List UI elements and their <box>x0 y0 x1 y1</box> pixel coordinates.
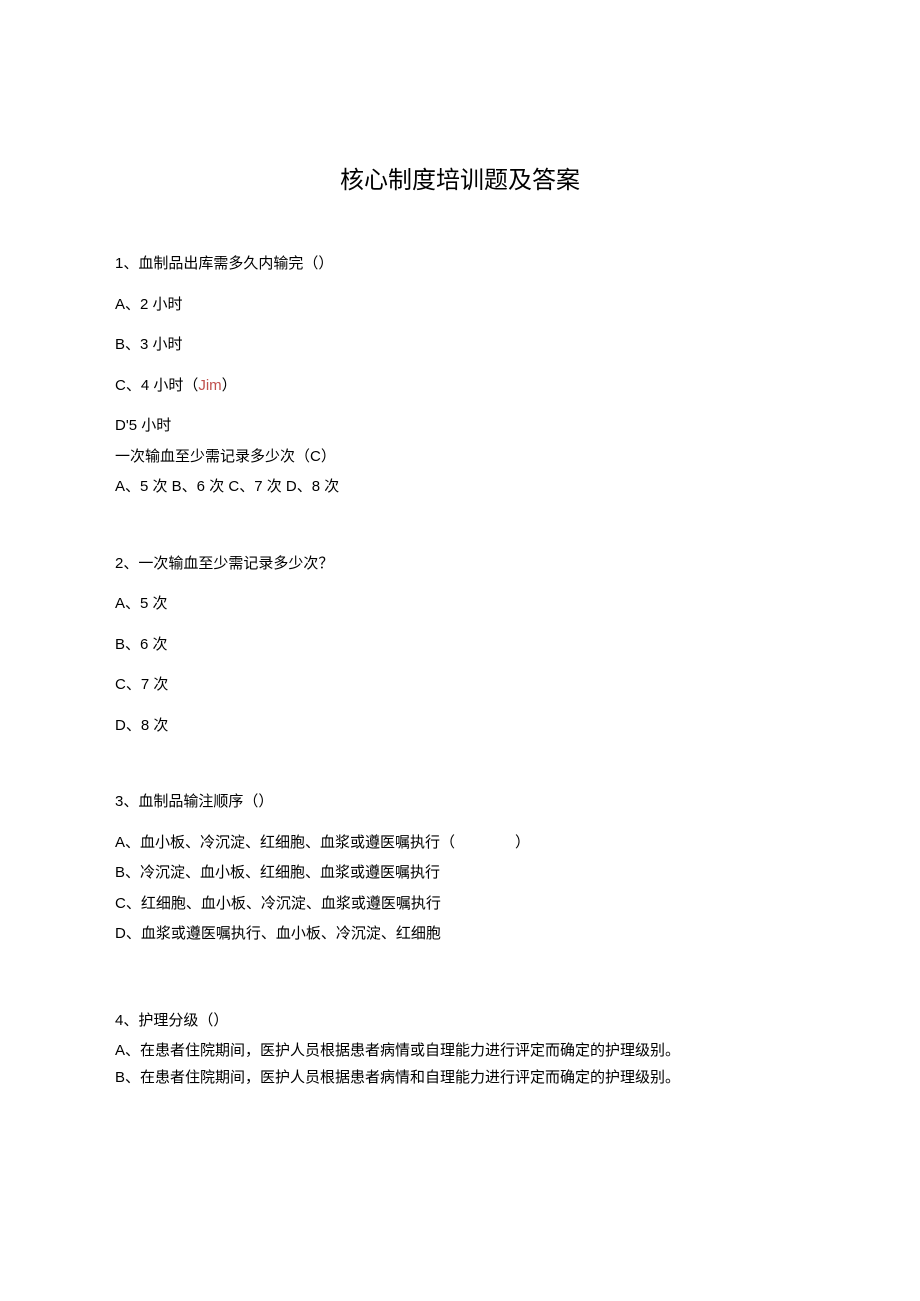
q2-option-b: B、6 次 <box>115 634 805 657</box>
q1-option-d: D'5 小时 <box>115 415 805 438</box>
q1-extra-options: A、5 次 B、6 次 C、7 次 D、8 次 <box>115 476 805 499</box>
q1-option-c-suffix: ） <box>222 377 237 394</box>
q3-option-d: D、血浆或遵医嘱执行、血小板、冷沉淀、红细胞 <box>115 923 805 946</box>
q2-option-a: A、5 次 <box>115 593 805 616</box>
q1-option-c: C、4 小时（Jim） <box>115 375 805 398</box>
q3-option-b: B、冷沉淀、血小板、红细胞、血浆或遵医嘱执行 <box>115 862 805 885</box>
q1-option-b: B、3 小时 <box>115 334 805 357</box>
q1-option-a: A、2 小时 <box>115 294 805 317</box>
q1-option-c-jim: Jim <box>198 377 221 394</box>
question-3: 3、血制品输注顺序（） A、血小板、冷沉淀、红细胞、血浆或遵医嘱执行（ ） B、… <box>115 791 805 946</box>
q4-option-a: A、在患者住院期间，医护人员根据患者病情或自理能力进行评定而确定的护理级别。 <box>115 1040 805 1063</box>
q2-prompt: 2、一次输血至少需记录多少次？ <box>115 553 805 576</box>
q4-prompt: 4、护理分级（） <box>115 1010 805 1033</box>
q3-option-c: C、红细胞、血小板、冷沉淀、血浆或遵医嘱执行 <box>115 893 805 916</box>
q1-option-c-prefix: C、4 小时（ <box>115 377 198 394</box>
q3-prompt: 3、血制品输注顺序（） <box>115 791 805 814</box>
q1-prompt: 1、血制品出库需多久内输完（） <box>115 253 805 276</box>
q4-option-b: B、在患者住院期间，医护人员根据患者病情和自理能力进行评定而确定的护理级别。 <box>115 1067 805 1090</box>
q1-extra-prompt: 一次输血至少需记录多少次（C） <box>115 446 805 469</box>
q2-option-d: D、8 次 <box>115 715 805 738</box>
question-4: 4、护理分级（） A、在患者住院期间，医护人员根据患者病情或自理能力进行评定而确… <box>115 1010 805 1090</box>
document-title: 核心制度培训题及答案 <box>115 160 805 195</box>
q3-option-a: A、血小板、冷沉淀、红细胞、血浆或遵医嘱执行（ ） <box>115 832 805 855</box>
question-1: 1、血制品出库需多久内输完（） A、2 小时 B、3 小时 C、4 小时（Jim… <box>115 253 805 499</box>
q2-option-c: C、7 次 <box>115 674 805 697</box>
document-page: 核心制度培训题及答案 1、血制品出库需多久内输完（） A、2 小时 B、3 小时… <box>0 0 920 1089</box>
question-2: 2、一次输血至少需记录多少次？ A、5 次 B、6 次 C、7 次 D、8 次 <box>115 553 805 738</box>
